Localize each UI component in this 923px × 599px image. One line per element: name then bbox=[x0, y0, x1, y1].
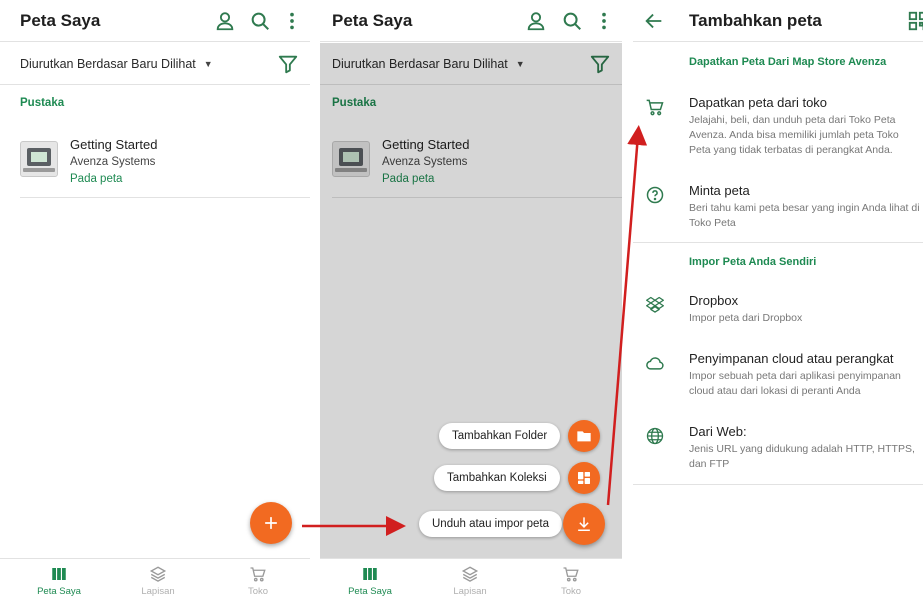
more-vert-icon[interactable] bbox=[281, 10, 303, 32]
nav-item-store[interactable]: Toko bbox=[218, 565, 298, 597]
add-map-screen: Tambahkan peta Dapatkan Peta Dari Map St… bbox=[633, 0, 923, 599]
map-icon bbox=[361, 565, 379, 583]
filter-icon[interactable] bbox=[277, 53, 299, 75]
my-maps-screen-fab-open: Peta Saya Diurutkan Berdasar Baru Diliha… bbox=[320, 0, 622, 599]
option-description: Beri tahu kami peta besar yang ingin And… bbox=[689, 202, 920, 229]
map-title: Getting Started bbox=[70, 137, 158, 152]
dropbox-icon bbox=[645, 295, 665, 315]
import-section-label: Impor Peta Anda Sendiri bbox=[689, 256, 817, 268]
qr-code-icon[interactable] bbox=[907, 10, 923, 32]
map-icon bbox=[50, 565, 68, 583]
option-description: Impor peta dari Dropbox bbox=[689, 312, 803, 324]
page-title: Tambahkan peta bbox=[689, 11, 822, 30]
option-description: Jelajahi, beli, dan unduh peta dari Toko… bbox=[689, 114, 899, 156]
my-maps-screen: Peta Saya Diurutkan Berdasar Baru Diliha… bbox=[0, 0, 310, 599]
nav-label: Peta Saya bbox=[37, 586, 81, 597]
option-from-web[interactable]: Dari Web: Jenis URL yang didukung adalah… bbox=[633, 424, 923, 472]
bottom-navigation: Peta Saya Lapisan Toko bbox=[320, 558, 622, 599]
option-description: Jenis URL yang didukung adalah HTTP, HTT… bbox=[689, 443, 915, 470]
option-description: Impor sebuah peta dari aplikasi penyimpa… bbox=[689, 370, 901, 397]
add-fab-button[interactable] bbox=[250, 502, 292, 544]
sort-label: Diurutkan Berdasar Baru Dilihat bbox=[20, 57, 196, 71]
back-arrow-icon[interactable] bbox=[643, 10, 665, 32]
page-title: Peta Saya bbox=[332, 11, 413, 30]
download-import-button[interactable] bbox=[563, 503, 605, 545]
nav-item-store[interactable]: Toko bbox=[531, 565, 611, 597]
nav-label: Peta Saya bbox=[348, 586, 392, 597]
option-get-from-store[interactable]: Dapatkan peta dari toko Jelajahi, beli, … bbox=[633, 95, 923, 157]
bottom-navigation: Peta Saya Lapisan Toko bbox=[0, 558, 310, 599]
caret-down-icon: ▼ bbox=[203, 59, 213, 69]
map-thumbnail bbox=[20, 141, 58, 177]
account-icon[interactable] bbox=[525, 10, 547, 32]
search-icon[interactable] bbox=[249, 10, 271, 32]
download-import-chip[interactable]: Unduh atau impor peta bbox=[419, 511, 562, 537]
divider bbox=[633, 484, 923, 485]
account-icon[interactable] bbox=[214, 10, 236, 32]
question-icon bbox=[645, 185, 665, 205]
option-request-map[interactable]: Minta peta Beri tahu kami peta besar yan… bbox=[633, 183, 923, 231]
library-section-label: Pustaka bbox=[20, 97, 65, 109]
divider bbox=[633, 242, 923, 243]
option-title: Penyimpanan cloud atau perangkat bbox=[689, 351, 894, 366]
sort-dropdown[interactable]: Diurutkan Berdasar Baru Dilihat ▼ bbox=[20, 57, 213, 71]
sort-bar: Diurutkan Berdasar Baru Dilihat ▼ bbox=[0, 43, 310, 85]
app-bar: Peta Saya bbox=[0, 0, 310, 42]
option-title: Minta peta bbox=[689, 183, 750, 198]
globe-icon bbox=[645, 426, 665, 446]
nav-item-my-maps[interactable]: Peta Saya bbox=[330, 565, 410, 597]
nav-item-my-maps[interactable]: Peta Saya bbox=[19, 565, 99, 597]
add-folder-button[interactable] bbox=[568, 420, 600, 452]
option-title: Dropbox bbox=[689, 293, 739, 308]
map-status: Pada peta bbox=[70, 173, 123, 185]
layers-icon bbox=[149, 565, 167, 583]
nav-label: Toko bbox=[560, 586, 582, 597]
add-folder-chip[interactable]: Tambahkan Folder bbox=[439, 423, 561, 449]
cloud-icon bbox=[645, 353, 665, 373]
option-dropbox[interactable]: Dropbox Impor peta dari Dropbox bbox=[633, 293, 923, 327]
cart-icon bbox=[562, 565, 580, 583]
page-title: Peta Saya bbox=[20, 11, 101, 30]
add-collection-chip[interactable]: Tambahkan Koleksi bbox=[434, 465, 560, 491]
map-publisher: Avenza Systems bbox=[70, 156, 156, 168]
search-icon[interactable] bbox=[561, 10, 583, 32]
nav-label: Lapisan bbox=[453, 586, 487, 597]
nav-label: Toko bbox=[247, 586, 269, 597]
nav-item-layers[interactable]: Lapisan bbox=[430, 565, 510, 597]
app-bar: Peta Saya bbox=[320, 0, 622, 42]
option-title: Dapatkan peta dari toko bbox=[689, 95, 828, 110]
nav-item-layers[interactable]: Lapisan bbox=[118, 565, 198, 597]
cart-icon bbox=[645, 97, 665, 117]
option-title: Dari Web: bbox=[689, 424, 747, 439]
map-list-item[interactable]: Getting Started Avenza Systems Pada peta bbox=[20, 128, 310, 198]
layers-icon bbox=[461, 565, 479, 583]
app-bar: Tambahkan peta bbox=[633, 0, 923, 42]
cart-icon bbox=[249, 565, 267, 583]
more-vert-icon[interactable] bbox=[593, 10, 615, 32]
nav-label: Lapisan bbox=[141, 586, 175, 597]
add-collection-button[interactable] bbox=[568, 462, 600, 494]
option-cloud-device[interactable]: Penyimpanan cloud atau perangkat Impor s… bbox=[633, 351, 923, 399]
store-section-label: Dapatkan Peta Dari Map Store Avenza bbox=[689, 56, 887, 68]
